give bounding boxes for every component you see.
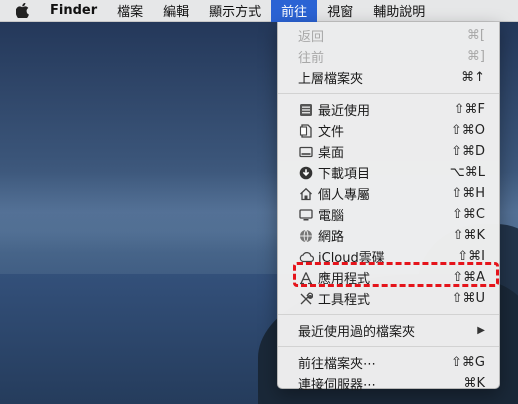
desktop-icon [298, 144, 314, 160]
menu-go[interactable]: 前往 [271, 0, 318, 22]
shortcut: ⇧⌘C [452, 207, 485, 222]
shortcut: ⇧⌘A [452, 270, 485, 285]
shortcut: ⌘K [463, 376, 485, 391]
menu-item-label: 最近使用 [318, 104, 371, 119]
menu-item-label: 下載項目 [318, 167, 371, 182]
menu-item-label: 文件 [318, 125, 345, 140]
cloud-icon [298, 249, 314, 265]
menu-item-icloud[interactable]: iCloud雲碟 ⇧⌘I [278, 246, 499, 267]
menu-item-network[interactable]: 網路 ⇧⌘K [278, 225, 499, 246]
menu-item-desktop[interactable]: 桌面 ⇧⌘D [278, 141, 499, 162]
menu-file[interactable]: 檔案 [107, 0, 153, 22]
menu-item-recents[interactable]: 最近使用 ⇧⌘F [278, 99, 499, 120]
shortcut: ⇧⌘O [450, 123, 485, 138]
menu-view[interactable]: 顯示方式 [199, 0, 271, 22]
menu-separator [278, 93, 499, 94]
shortcut: ⌘] [466, 49, 485, 64]
menu-item-label: 連接伺服器⋯ [298, 378, 377, 393]
shortcut: ⌘[ [466, 28, 485, 43]
menu-item-label: 往前 [298, 51, 325, 66]
menu-item-label: 上層檔案夾 [298, 72, 364, 87]
utilities-icon [298, 291, 314, 307]
menu-item-applications[interactable]: 應用程式 ⇧⌘A [278, 267, 499, 288]
menu-item-label: 桌面 [318, 146, 345, 161]
menu-item-computer[interactable]: 電腦 ⇧⌘C [278, 204, 499, 225]
menu-separator [278, 346, 499, 347]
menu-finder[interactable]: Finder [44, 0, 107, 22]
menu-edit[interactable]: 編輯 [153, 0, 199, 22]
menu-bar: Finder 檔案 編輯 顯示方式 前往 視窗 輔助說明 [0, 0, 518, 22]
menu-item-label: 個人專屬 [318, 188, 371, 203]
applications-icon [298, 270, 314, 286]
menu-item-documents[interactable]: 文件 ⇧⌘O [278, 120, 499, 141]
shortcut: ⇧⌘U [451, 291, 485, 306]
documents-icon [298, 123, 314, 139]
computer-icon [298, 207, 314, 223]
menu-window[interactable]: 視窗 [317, 0, 363, 22]
menu-item-back[interactable]: 返回 ⌘[ [278, 25, 499, 46]
menu-item-forward[interactable]: 往前 ⌘] [278, 46, 499, 67]
apple-logo-icon[interactable] [0, 0, 44, 22]
menu-item-utilities[interactable]: 工具程式 ⇧⌘U [278, 288, 499, 309]
shortcut: ⌘↑ [461, 70, 485, 85]
menu-item-enclosing-folder[interactable]: 上層檔案夾 ⌘↑ [278, 67, 499, 88]
menu-separator [278, 314, 499, 315]
menu-item-label: 電腦 [318, 209, 345, 224]
menu-item-label: 網路 [318, 230, 345, 245]
menu-item-downloads[interactable]: 下載項目 ⌥⌘L [278, 162, 499, 183]
network-icon [298, 228, 314, 244]
menu-item-home[interactable]: 個人專屬 ⇧⌘H [278, 183, 499, 204]
downloads-icon [298, 165, 314, 181]
go-menu-dropdown: 返回 ⌘[ 往前 ⌘] 上層檔案夾 ⌘↑ 最近使用 ⇧⌘F 文件 ⇧⌘O 桌面 … [277, 22, 500, 393]
shortcut: ⇧⌘K [452, 228, 485, 243]
menu-item-label: 前往檔案夾⋯ [298, 357, 377, 372]
menu-item-go-to-folder[interactable]: 前往檔案夾⋯ ⇧⌘G [278, 352, 499, 373]
recents-icon [298, 102, 314, 118]
menu-item-recent-folders[interactable]: 最近使用過的檔案夾 ▶ [278, 320, 499, 341]
menu-item-label: 應用程式 [318, 272, 371, 287]
shortcut: ⇧⌘H [451, 186, 485, 201]
home-icon [298, 186, 314, 202]
shortcut: ⇧⌘G [451, 355, 485, 370]
shortcut: ⇧⌘I [457, 249, 485, 264]
menu-item-label: 工具程式 [318, 293, 371, 308]
shortcut: ⇧⌘F [453, 102, 485, 117]
menu-item-connect-to-server[interactable]: 連接伺服器⋯ ⌘K [278, 373, 499, 394]
menu-item-label: 最近使用過的檔案夾 [298, 325, 416, 340]
shortcut: ⌥⌘L [449, 165, 485, 180]
submenu-arrow-icon: ▶ [477, 325, 485, 336]
menu-item-label: iCloud雲碟 [318, 251, 385, 266]
menu-item-label: 返回 [298, 30, 325, 45]
shortcut: ⇧⌘D [451, 144, 485, 159]
menu-help[interactable]: 輔助說明 [363, 0, 435, 22]
